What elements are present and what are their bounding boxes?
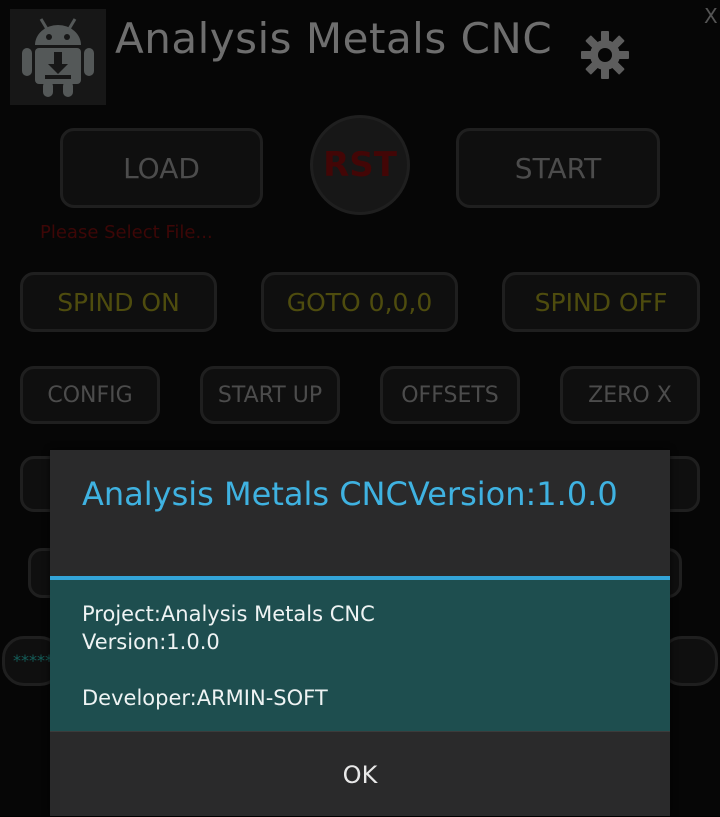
developer-line: Developer:ARMIN-SOFT (82, 686, 328, 710)
dialog-message: Project:Analysis Metals CNC Version:1.0.… (50, 580, 670, 731)
project-line: Project:Analysis Metals CNC (82, 602, 375, 626)
about-dialog: Analysis Metals CNCVersion:1.0.0 Project… (50, 450, 670, 816)
version-line: Version:1.0.0 (82, 630, 220, 654)
ok-button[interactable]: OK (50, 731, 670, 817)
dialog-title: Analysis Metals CNCVersion:1.0.0 (82, 475, 618, 513)
